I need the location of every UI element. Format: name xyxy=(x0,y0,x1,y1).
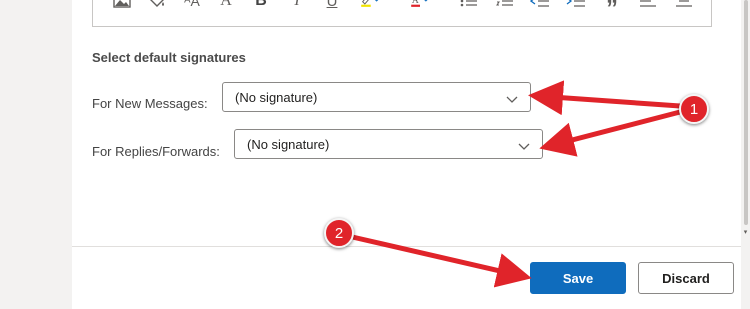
footer-divider xyxy=(72,246,741,247)
replies-forwards-value: (No signature) xyxy=(247,136,330,152)
align-left-icon[interactable] xyxy=(637,0,659,12)
increase-indent-icon[interactable] xyxy=(565,0,587,12)
underline-icon[interactable]: U xyxy=(321,0,343,12)
quote-icon[interactable]: ” xyxy=(601,0,623,22)
new-messages-label: For New Messages: xyxy=(92,96,208,111)
new-messages-value: (No signature) xyxy=(235,89,318,105)
highlight-icon[interactable] xyxy=(359,0,381,12)
italic-icon[interactable]: I xyxy=(286,0,308,12)
replies-forwards-label: For Replies/Forwards: xyxy=(92,144,220,159)
chevron-down-icon xyxy=(518,139,530,154)
scroll-down-arrow-icon[interactable]: ▾ xyxy=(741,228,750,238)
formatting-toolbar: ᴬA A B I U A ” xyxy=(92,0,712,27)
annotation-badge-2: 2 xyxy=(324,218,354,248)
section-title: Select default signatures xyxy=(92,50,246,65)
image-icon[interactable] xyxy=(111,0,133,12)
paint-bucket-icon[interactable] xyxy=(146,0,168,12)
numbering-icon[interactable] xyxy=(494,0,516,12)
decrease-indent-icon[interactable] xyxy=(529,0,551,12)
discard-button[interactable]: Discard xyxy=(638,262,734,294)
bullets-icon[interactable] xyxy=(458,0,480,12)
bold-icon[interactable]: B xyxy=(250,0,272,12)
font-color-icon[interactable]: A xyxy=(409,0,431,12)
save-button[interactable]: Save xyxy=(530,262,626,294)
scrollbar-thumb[interactable] xyxy=(744,0,748,225)
annotation-badge-1: 1 xyxy=(679,94,709,124)
font-size-icon[interactable]: ᴬA xyxy=(181,0,203,12)
chevron-down-icon xyxy=(506,92,518,107)
replies-forwards-select[interactable]: (No signature) xyxy=(234,129,543,159)
font-icon[interactable]: A xyxy=(215,0,237,12)
new-messages-select[interactable]: (No signature) xyxy=(222,82,531,112)
align-center-icon[interactable] xyxy=(673,0,695,12)
